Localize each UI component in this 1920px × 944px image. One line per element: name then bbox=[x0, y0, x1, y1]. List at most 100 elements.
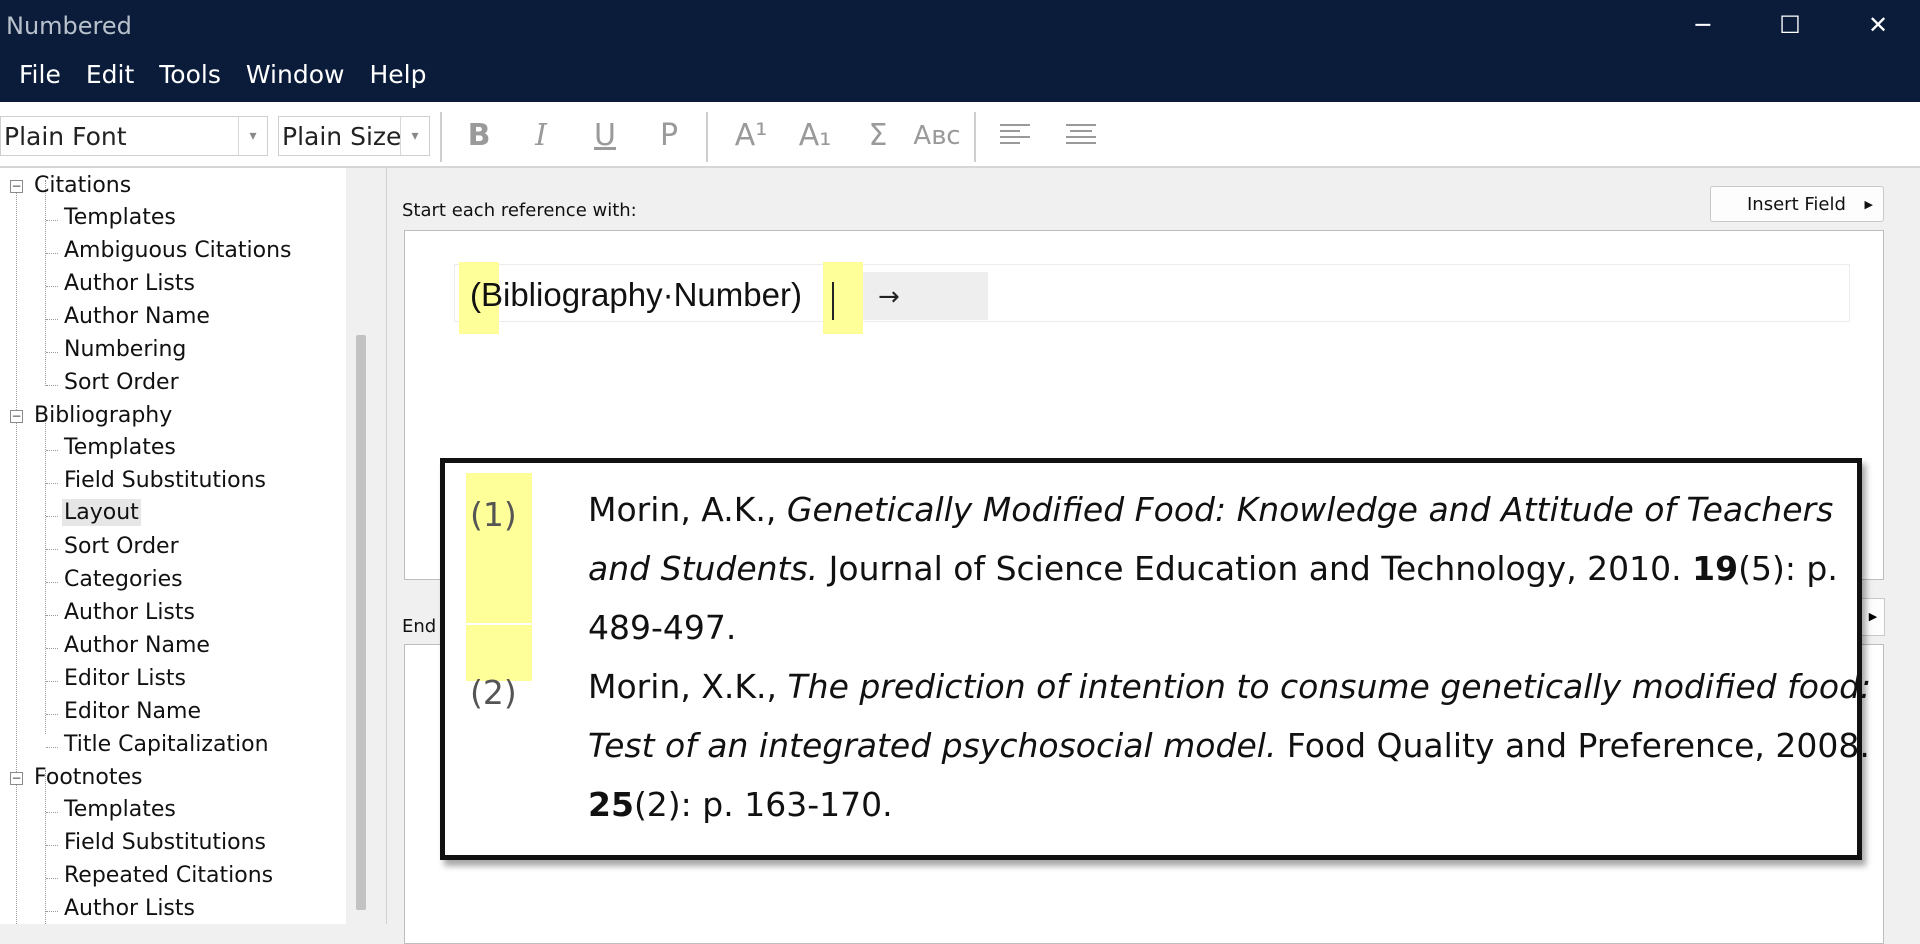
entry-title: and Students. bbox=[588, 549, 819, 588]
tree-item-footnotes-field-substitutions[interactable]: Field Substitutions bbox=[64, 830, 266, 855]
tree-connector bbox=[46, 615, 58, 616]
menu-edit[interactable]: Edit bbox=[86, 60, 134, 98]
title-bar: Numbered ─ ☐ ✕ File Edit Tools Window He… bbox=[0, 0, 1920, 102]
tree-connector bbox=[46, 549, 58, 550]
menu-file[interactable]: File bbox=[19, 60, 61, 98]
tree-item-numbering[interactable]: Numbering bbox=[64, 337, 186, 362]
tree-connector bbox=[46, 352, 58, 353]
collapse-icon[interactable]: − bbox=[10, 180, 23, 193]
tree-connector bbox=[46, 516, 58, 517]
tree-item-layout[interactable]: Layout bbox=[62, 499, 141, 526]
toolbar-divider bbox=[706, 112, 708, 162]
tree-item-bibliography-author-name[interactable]: Author Name bbox=[64, 633, 210, 658]
tree-connector bbox=[46, 220, 58, 221]
entry-author: Morin, X.K., bbox=[588, 667, 788, 706]
format-toolbar: Plain Font ▾ Plain Size ▾ B I U P A¹ A₁ … bbox=[0, 102, 1920, 168]
tree-connector bbox=[16, 180, 17, 924]
maximize-button[interactable]: ☐ bbox=[1770, 10, 1810, 40]
text-caret bbox=[832, 282, 834, 320]
tree-connector bbox=[46, 582, 58, 583]
tree-item-citations-sort-order[interactable]: Sort Order bbox=[64, 370, 179, 395]
underline-button[interactable]: U bbox=[588, 116, 622, 156]
align-left-icon[interactable] bbox=[1000, 124, 1030, 148]
tree-connector bbox=[46, 319, 58, 320]
tree-item-citations-author-lists[interactable]: Author Lists bbox=[64, 271, 195, 296]
entry-title: Test of an integrated psychosocial model… bbox=[588, 726, 1277, 765]
menu-help[interactable]: Help bbox=[369, 60, 426, 98]
menu-tools[interactable]: Tools bbox=[159, 60, 221, 98]
preview-entry-2-line-1: Morin, X.K., The prediction of intention… bbox=[588, 667, 1871, 706]
tree-item-editor-lists[interactable]: Editor Lists bbox=[64, 666, 186, 691]
close-button[interactable]: ✕ bbox=[1858, 10, 1898, 40]
tree-item-bibliography-sort-order[interactable]: Sort Order bbox=[64, 534, 179, 559]
start-reference-label: Start each reference with: bbox=[402, 200, 637, 221]
insert-field-button[interactable]: Insert Field ▶ bbox=[1710, 186, 1884, 222]
font-dropdown[interactable]: Plain Font ▾ bbox=[0, 116, 268, 156]
tree-connector bbox=[45, 770, 46, 924]
tree-group-footnotes[interactable]: Footnotes bbox=[34, 765, 142, 790]
triangle-right-icon: ▶ bbox=[1864, 198, 1873, 211]
font-dropdown-value: Plain Font bbox=[4, 122, 127, 151]
tree-connector bbox=[46, 681, 58, 682]
preview-entry-1-line-2: and Students. Journal of Science Educati… bbox=[588, 549, 1838, 588]
tree-group-bibliography[interactable]: Bibliography bbox=[34, 403, 172, 428]
size-dropdown[interactable]: Plain Size ▾ bbox=[278, 116, 430, 156]
plain-button[interactable]: P bbox=[652, 116, 686, 156]
small-caps-button[interactable]: Aʙᴄ bbox=[910, 116, 964, 156]
minimize-button[interactable]: ─ bbox=[1683, 10, 1723, 40]
entry-title: The prediction of intention to consume g… bbox=[787, 667, 1872, 706]
tree-connector bbox=[46, 385, 58, 386]
tree-item-citations-templates[interactable]: Templates bbox=[64, 205, 176, 230]
preview-entry-1-line-3: 489-497. bbox=[588, 608, 736, 647]
tree-item-bibliography-templates[interactable]: Templates bbox=[64, 435, 176, 460]
italic-button[interactable]: I bbox=[524, 116, 558, 156]
tree-item-bibliography-author-lists[interactable]: Author Lists bbox=[64, 600, 195, 625]
tree-item-field-substitutions[interactable]: Field Substitutions bbox=[64, 468, 266, 493]
subscript-button[interactable]: A₁ bbox=[792, 116, 838, 156]
preview-entry-1-line-1: Morin, A.K., Genetically Modified Food: … bbox=[588, 490, 1833, 529]
start-reference-field[interactable]: (Bibliography·Number) bbox=[470, 276, 802, 314]
tree-connector bbox=[46, 845, 58, 846]
entry-pages: 489-497. bbox=[588, 608, 737, 647]
tree-connector bbox=[46, 911, 58, 912]
entry-issue: (5): p. bbox=[1738, 549, 1838, 588]
tree-group-citations[interactable]: Citations bbox=[34, 173, 131, 198]
tree-connector bbox=[45, 180, 46, 386]
tree-connector bbox=[46, 450, 58, 451]
chevron-down-icon: ▾ bbox=[400, 117, 429, 155]
tree-item-footnotes-templates[interactable]: Templates bbox=[64, 797, 176, 822]
collapse-icon[interactable]: − bbox=[10, 410, 23, 423]
size-dropdown-value: Plain Size bbox=[282, 122, 402, 151]
menu-window[interactable]: Window bbox=[246, 60, 345, 98]
entry-pages: (2): p. 163-170. bbox=[633, 785, 893, 824]
tree-connector bbox=[46, 714, 58, 715]
toolbar-divider bbox=[974, 112, 976, 162]
entry-source: Food Quality and Preference, 2008. bbox=[1276, 726, 1870, 765]
menu-bar: File Edit Tools Window Help bbox=[0, 60, 432, 98]
style-tree: − Citations Templates Ambiguous Citation… bbox=[0, 168, 346, 924]
tree-item-categories[interactable]: Categories bbox=[64, 567, 183, 592]
insert-field-label: Insert Field bbox=[1747, 194, 1846, 215]
tree-item-editor-name[interactable]: Editor Name bbox=[64, 699, 201, 724]
symbol-button[interactable]: Σ bbox=[856, 116, 900, 156]
tree-connector bbox=[46, 286, 58, 287]
collapse-icon[interactable]: − bbox=[10, 772, 23, 785]
tree-connector bbox=[46, 483, 58, 484]
tree-scrollbar-thumb[interactable] bbox=[356, 335, 366, 910]
tree-item-footnotes-author-lists[interactable]: Author Lists bbox=[64, 896, 195, 921]
tree-connector bbox=[46, 648, 58, 649]
tree-item-ambiguous-citations[interactable]: Ambiguous Citations bbox=[64, 238, 292, 263]
tree-connector bbox=[46, 878, 58, 879]
tree-item-citations-author-name[interactable]: Author Name bbox=[64, 304, 210, 329]
highlight-close-paren bbox=[823, 262, 863, 334]
tree-connector bbox=[45, 410, 46, 734]
tree-item-title-capitalization[interactable]: Title Capitalization bbox=[64, 732, 269, 757]
tree-item-repeated-citations[interactable]: Repeated Citations bbox=[64, 863, 273, 888]
insert-field-button-2[interactable]: ▶ bbox=[1862, 598, 1885, 636]
align-center-icon[interactable] bbox=[1066, 124, 1096, 148]
entry-volume: 25 bbox=[588, 785, 634, 824]
bold-button[interactable]: B bbox=[462, 116, 496, 156]
superscript-button[interactable]: A¹ bbox=[728, 116, 774, 156]
entry-volume: 19 bbox=[1692, 549, 1739, 588]
preview-number-1: (1) bbox=[470, 495, 517, 534]
